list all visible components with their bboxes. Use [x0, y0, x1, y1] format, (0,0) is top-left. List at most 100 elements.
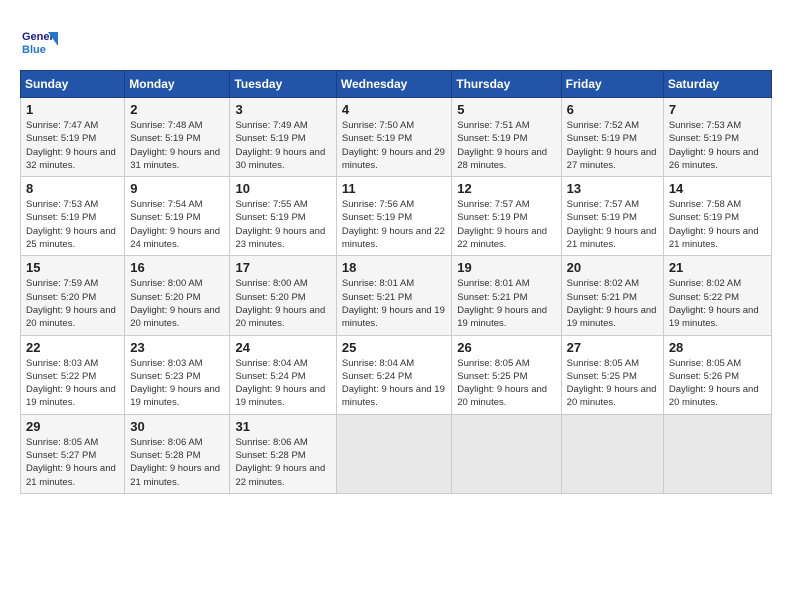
calendar-table: SundayMondayTuesdayWednesdayThursdayFrid…	[20, 70, 772, 494]
day-number: 30	[130, 419, 224, 434]
calendar-cell: 30 Sunrise: 8:06 AMSunset: 5:28 PMDayligh…	[125, 414, 230, 493]
day-info: Sunrise: 7:52 AMSunset: 5:19 PMDaylight:…	[567, 119, 658, 172]
day-number: 1	[26, 102, 119, 117]
day-number: 22	[26, 340, 119, 355]
day-number: 13	[567, 181, 658, 196]
calendar-cell: 7 Sunrise: 7:53 AMSunset: 5:19 PMDaylight…	[663, 98, 771, 177]
day-number: 16	[130, 260, 224, 275]
calendar-cell: 13 Sunrise: 7:57 AMSunset: 5:19 PMDayligh…	[561, 177, 663, 256]
logo-icon: General Blue	[20, 24, 58, 62]
calendar-cell	[561, 414, 663, 493]
calendar-cell: 28 Sunrise: 8:05 AMSunset: 5:26 PMDayligh…	[663, 335, 771, 414]
day-info: Sunrise: 8:06 AMSunset: 5:28 PMDaylight:…	[130, 436, 224, 489]
day-info: Sunrise: 7:48 AMSunset: 5:19 PMDaylight:…	[130, 119, 224, 172]
logo: General Blue	[20, 24, 62, 62]
day-number: 29	[26, 419, 119, 434]
day-number: 5	[457, 102, 555, 117]
calendar-cell: 27Sunrise: 8:05 AMSunset: 5:25 PMDayligh…	[561, 335, 663, 414]
day-info: Sunrise: 7:58 AMSunset: 5:19 PMDaylight:…	[669, 198, 766, 251]
day-info: Sunrise: 8:03 AMSunset: 5:23 PMDaylight:…	[130, 357, 224, 410]
day-number: 7	[669, 102, 766, 117]
day-info: Sunrise: 7:59 AMSunset: 5:20 PMDaylight:…	[26, 277, 119, 330]
day-info: Sunrise: 8:04 AMSunset: 5:24 PMDaylight:…	[235, 357, 330, 410]
day-info: Sunrise: 8:00 AMSunset: 5:20 PMDaylight:…	[130, 277, 224, 330]
calendar-cell: 24 Sunrise: 8:04 AMSunset: 5:24 PMDayligh…	[230, 335, 336, 414]
calendar-cell: 12 Sunrise: 7:57 AMSunset: 5:19 PMDayligh…	[452, 177, 561, 256]
calendar-cell: 11 Sunrise: 7:56 AMSunset: 5:19 PMDayligh…	[336, 177, 451, 256]
day-info: Sunrise: 8:02 AMSunset: 5:21 PMDaylight:…	[567, 277, 658, 330]
day-number: 9	[130, 181, 224, 196]
calendar-cell: 16 Sunrise: 8:00 AMSunset: 5:20 PMDayligh…	[125, 256, 230, 335]
calendar-cell: 4 Sunrise: 7:50 AMSunset: 5:19 PMDaylight…	[336, 98, 451, 177]
day-number: 18	[342, 260, 446, 275]
calendar-cell: 19Sunrise: 8:01 AMSunset: 5:21 PMDayligh…	[452, 256, 561, 335]
calendar-cell: 10Sunrise: 7:55 AMSunset: 5:19 PMDayligh…	[230, 177, 336, 256]
day-info: Sunrise: 8:05 AMSunset: 5:25 PMDaylight:…	[567, 357, 658, 410]
day-info: Sunrise: 8:05 AMSunset: 5:27 PMDaylight:…	[26, 436, 119, 489]
day-info: Sunrise: 7:50 AMSunset: 5:19 PMDaylight:…	[342, 119, 446, 172]
calendar-cell: 15 Sunrise: 7:59 AMSunset: 5:20 PMDayligh…	[21, 256, 125, 335]
day-of-week-header: Saturday	[663, 71, 771, 98]
calendar-cell: 22 Sunrise: 8:03 AMSunset: 5:22 PMDayligh…	[21, 335, 125, 414]
day-number: 8	[26, 181, 119, 196]
day-of-week-header: Wednesday	[336, 71, 451, 98]
day-number: 31	[235, 419, 330, 434]
day-number: 28	[669, 340, 766, 355]
day-info: Sunrise: 7:56 AMSunset: 5:19 PMDaylight:…	[342, 198, 446, 251]
day-number: 4	[342, 102, 446, 117]
day-info: Sunrise: 7:47 AMSunset: 5:19 PMDaylight:…	[26, 119, 119, 172]
day-number: 21	[669, 260, 766, 275]
calendar-cell: 29 Sunrise: 8:05 AMSunset: 5:27 PMDayligh…	[21, 414, 125, 493]
day-info: Sunrise: 7:53 AMSunset: 5:19 PMDaylight:…	[669, 119, 766, 172]
calendar-cell: 14 Sunrise: 7:58 AMSunset: 5:19 PMDayligh…	[663, 177, 771, 256]
day-number: 23	[130, 340, 224, 355]
day-number: 15	[26, 260, 119, 275]
calendar-cell: 1 Sunrise: 7:47 AMSunset: 5:19 PMDaylight…	[21, 98, 125, 177]
calendar-cell: 21Sunrise: 8:02 AMSunset: 5:22 PMDayligh…	[663, 256, 771, 335]
day-of-week-header: Monday	[125, 71, 230, 98]
day-info: Sunrise: 7:54 AMSunset: 5:19 PMDaylight:…	[130, 198, 224, 251]
day-info: Sunrise: 8:00 AMSunset: 5:20 PMDaylight:…	[235, 277, 330, 330]
calendar-cell: 26 Sunrise: 8:05 AMSunset: 5:25 PMDayligh…	[452, 335, 561, 414]
day-info: Sunrise: 8:04 AMSunset: 5:24 PMDaylight:…	[342, 357, 446, 410]
day-number: 24	[235, 340, 330, 355]
calendar-cell: 9 Sunrise: 7:54 AMSunset: 5:19 PMDaylight…	[125, 177, 230, 256]
day-number: 26	[457, 340, 555, 355]
day-info: Sunrise: 8:05 AMSunset: 5:26 PMDaylight:…	[669, 357, 766, 410]
calendar-cell	[336, 414, 451, 493]
day-number: 17	[235, 260, 330, 275]
calendar-cell	[663, 414, 771, 493]
calendar-cell: 3 Sunrise: 7:49 AMSunset: 5:19 PMDaylight…	[230, 98, 336, 177]
day-info: Sunrise: 8:01 AMSunset: 5:21 PMDaylight:…	[342, 277, 446, 330]
calendar-cell: 20 Sunrise: 8:02 AMSunset: 5:21 PMDayligh…	[561, 256, 663, 335]
day-number: 11	[342, 181, 446, 196]
day-number: 10	[235, 181, 330, 196]
day-number: 6	[567, 102, 658, 117]
day-of-week-header: Friday	[561, 71, 663, 98]
day-of-week-header: Tuesday	[230, 71, 336, 98]
calendar-cell: 5 Sunrise: 7:51 AMSunset: 5:19 PMDaylight…	[452, 98, 561, 177]
day-info: Sunrise: 8:03 AMSunset: 5:22 PMDaylight:…	[26, 357, 119, 410]
day-number: 12	[457, 181, 555, 196]
day-number: 2	[130, 102, 224, 117]
day-number: 19	[457, 260, 555, 275]
header: General Blue	[20, 20, 772, 62]
calendar-cell: 18 Sunrise: 8:01 AMSunset: 5:21 PMDayligh…	[336, 256, 451, 335]
day-info: Sunrise: 8:06 AMSunset: 5:28 PMDaylight:…	[235, 436, 330, 489]
calendar-cell: 2 Sunrise: 7:48 AMSunset: 5:19 PMDaylight…	[125, 98, 230, 177]
calendar-cell	[452, 414, 561, 493]
day-info: Sunrise: 7:57 AMSunset: 5:19 PMDaylight:…	[457, 198, 555, 251]
day-info: Sunrise: 7:53 AMSunset: 5:19 PMDaylight:…	[26, 198, 119, 251]
calendar-cell: 17 Sunrise: 8:00 AMSunset: 5:20 PMDayligh…	[230, 256, 336, 335]
day-info: Sunrise: 8:05 AMSunset: 5:25 PMDaylight:…	[457, 357, 555, 410]
day-number: 25	[342, 340, 446, 355]
day-info: Sunrise: 7:49 AMSunset: 5:19 PMDaylight:…	[235, 119, 330, 172]
svg-text:Blue: Blue	[22, 44, 46, 56]
day-number: 3	[235, 102, 330, 117]
day-info: Sunrise: 7:51 AMSunset: 5:19 PMDaylight:…	[457, 119, 555, 172]
day-number: 14	[669, 181, 766, 196]
day-number: 20	[567, 260, 658, 275]
calendar-cell: 8 Sunrise: 7:53 AMSunset: 5:19 PMDaylight…	[21, 177, 125, 256]
calendar-cell: 25 Sunrise: 8:04 AMSunset: 5:24 PMDayligh…	[336, 335, 451, 414]
day-info: Sunrise: 7:57 AMSunset: 5:19 PMDaylight:…	[567, 198, 658, 251]
